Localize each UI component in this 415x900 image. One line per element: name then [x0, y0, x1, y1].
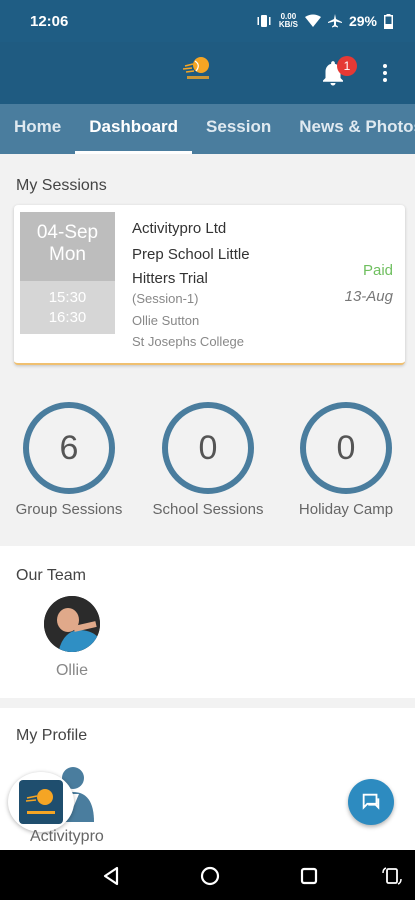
session-company: Activitypro Ltd — [132, 220, 227, 237]
more-options-icon[interactable] — [380, 64, 390, 86]
tab-dashboard[interactable]: Dashboard — [75, 104, 193, 154]
status-icons: 0.00 KB/S 29% — [256, 13, 393, 29]
vibrate-icon — [257, 15, 271, 27]
stat-label: Group Sessions — [15, 501, 123, 518]
status-time: 12:06 — [30, 12, 69, 30]
stat-value: 0 — [300, 402, 392, 494]
session-start-time: 15:30 — [48, 289, 87, 306]
session-date-box: 04-Sep Mon — [20, 212, 115, 281]
rotate-icon[interactable] — [381, 865, 403, 887]
stat-value: 0 — [162, 402, 254, 494]
airplane-mode-icon — [327, 14, 342, 28]
chat-icon — [362, 793, 380, 810]
session-venue: St Josephs College — [132, 334, 245, 349]
session-card[interactable]: 04-Sep Mon 15:30 16:30 Activitypro Ltd P… — [14, 205, 405, 365]
profile-name: Activitypro — [30, 828, 104, 845]
avatar — [44, 596, 100, 652]
stat-label: Holiday Camp — [298, 501, 394, 518]
system-nav-bar — [0, 850, 415, 900]
tab-home[interactable]: Home — [0, 104, 75, 154]
tab-news-photos[interactable]: News & Photos — [285, 104, 415, 154]
my-profile-title: My Profile — [16, 727, 88, 744]
session-code: (Session-1) — [132, 291, 199, 306]
stat-value: 6 — [23, 402, 115, 494]
stat-label: School Sessions — [152, 501, 264, 518]
stat-group-sessions[interactable]: 6 Group Sessions — [0, 402, 139, 518]
wifi-icon — [304, 14, 321, 27]
team-member[interactable] — [44, 596, 100, 652]
session-coach: Ollie Sutton — [132, 313, 200, 328]
session-end-time: 16:30 — [48, 309, 87, 326]
battery-percent: 29% — [348, 13, 377, 29]
session-day: Mon — [49, 244, 86, 265]
app-logo-icon[interactable] — [8, 772, 74, 832]
battery-icon — [384, 13, 393, 29]
stat-school-sessions[interactable]: 0 School Sessions — [138, 402, 278, 518]
payment-status: Paid — [362, 262, 393, 279]
tennis-ball-logo-icon — [183, 57, 209, 79]
status-bar: 12:06 0.00 KB/S 29% — [0, 0, 415, 42]
my-sessions-title: My Sessions — [16, 177, 107, 194]
network-speed: 0.00 KB/S — [278, 12, 298, 29]
session-date: 04-Sep — [36, 222, 99, 243]
home-icon[interactable] — [199, 865, 221, 887]
session-time-box: 15:30 16:30 — [20, 281, 115, 334]
stat-holiday-camp[interactable]: 0 Holiday Camp — [276, 402, 415, 518]
recents-icon[interactable] — [298, 865, 320, 887]
tab-session[interactable]: Session — [192, 104, 285, 154]
back-icon[interactable] — [100, 865, 122, 887]
session-stats: 6 Group Sessions 0 School Sessions 0 Hol… — [0, 402, 415, 522]
our-team-title: Our Team — [16, 567, 86, 584]
chat-button[interactable] — [348, 779, 394, 825]
session-name: Prep School Little Hitters Trial — [132, 246, 250, 287]
tab-bar: Home Dashboard Session News & Photos — [0, 104, 415, 154]
team-member-name: Ollie — [55, 662, 88, 679]
payment-date: 13-Aug — [344, 288, 393, 305]
notification-badge: 1 — [337, 56, 357, 76]
